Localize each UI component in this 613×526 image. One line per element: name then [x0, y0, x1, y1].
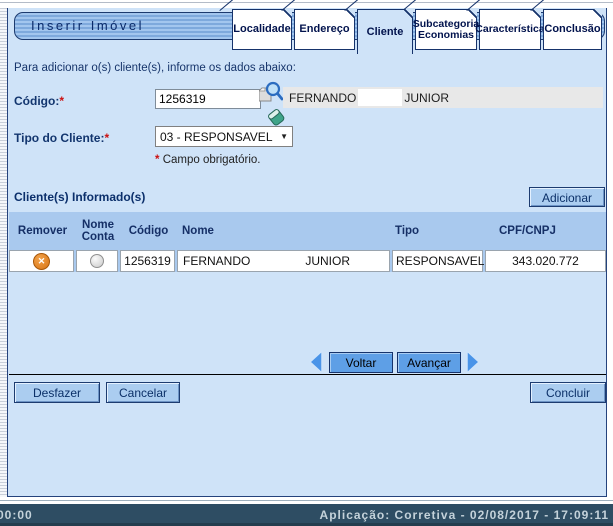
clients-table-header: Remover Nome Conta Código Nome Tipo CPF/…: [9, 212, 606, 250]
search-client-icon[interactable]: [259, 81, 283, 105]
tab-subcategoria-economias-label: Subcategoria Economias: [413, 19, 480, 41]
tab-localidade[interactable]: Localidade: [232, 9, 292, 50]
clients-table: Remover Nome Conta Código Nome Tipo CPF/…: [9, 212, 606, 272]
header-nome-conta: Nome Conta: [76, 212, 120, 250]
tab-caracteristica-label: Característica: [475, 24, 544, 35]
required-asterisk: *: [59, 94, 64, 108]
instruction-text: Para adicionar o(s) cliente(s), informe …: [14, 62, 296, 74]
header-tipo: Tipo: [392, 212, 485, 250]
nome-conta-radio[interactable]: [90, 254, 104, 268]
cell-codigo: 1256319: [120, 250, 175, 272]
tab-cliente-label: Cliente: [367, 27, 404, 38]
top-divider: [0, 2, 613, 3]
tab-localidade-label: Localidade: [233, 24, 290, 35]
table-row: ✕ 1256319 FERNANDO JUNIOR RESPONSAVEL 34…: [9, 250, 606, 272]
required-asterisk: *: [155, 154, 159, 166]
tab-caracteristica[interactable]: Característica: [479, 9, 541, 50]
tab-endereco-label: Endereço: [299, 24, 349, 35]
tipo-cliente-label: Tipo do Cliente:*: [14, 131, 109, 145]
client-name-first: FERNANDO: [289, 91, 356, 105]
desfazer-button[interactable]: Desfazer: [14, 382, 100, 403]
cell-tipo: RESPONSAVEL: [392, 250, 483, 272]
concluir-button[interactable]: Concluir: [530, 382, 606, 403]
voltar-button[interactable]: Voltar: [329, 352, 393, 373]
tipo-cliente-selected-value: 03 - RESPONSAVEL: [156, 130, 276, 144]
required-asterisk: *: [104, 131, 109, 145]
separator-line: [9, 374, 606, 375]
main-panel: Inserir Imóvel Localidade Endereço Clien…: [7, 8, 607, 497]
cancelar-button[interactable]: Cancelar: [106, 382, 180, 403]
tab-endereco[interactable]: Endereço: [294, 9, 355, 50]
remove-client-icon[interactable]: ✕: [33, 253, 50, 270]
clients-section-title: Cliente(s) Informado(s): [14, 190, 145, 204]
tab-subcategoria-economias[interactable]: Subcategoria Economias: [415, 9, 477, 50]
erase-field-icon[interactable]: [266, 107, 286, 127]
cell-remover: ✕: [9, 250, 74, 272]
application-info: Aplicação: Corretiva - 02/08/2017 - 17:0…: [320, 508, 609, 522]
client-name-display: FERNANDO JUNIOR: [283, 87, 603, 108]
redacted-name-block: [358, 89, 402, 106]
required-field-note: * Campo obrigatório.: [155, 154, 261, 166]
header-remover: Remover: [9, 212, 76, 250]
tab-conclusao[interactable]: Conclusão: [543, 9, 602, 50]
left-striped-border: [0, 8, 7, 497]
cell-cpf-cnpj: 343.020.772: [485, 250, 606, 272]
chevron-down-icon: ▼: [276, 132, 292, 141]
header-nome: Nome: [177, 212, 392, 250]
codigo-input[interactable]: [155, 89, 261, 109]
codigo-label: Código:*: [14, 94, 64, 108]
cell-nome-conta: [76, 250, 118, 272]
adicionar-button[interactable]: Adicionar: [529, 187, 605, 207]
avancar-button[interactable]: Avançar: [397, 352, 461, 373]
app-window: Inserir Imóvel Localidade Endereço Clien…: [0, 0, 613, 526]
status-bar: 00:00 Aplicação: Corretiva - 02/08/2017 …: [0, 504, 613, 526]
cell-nome: FERNANDO JUNIOR: [177, 250, 390, 272]
session-timer: 00:00: [0, 508, 33, 522]
statusbar-top-divider: [0, 500, 613, 501]
back-arrow-icon: [309, 350, 323, 374]
tipo-cliente-select[interactable]: 03 - RESPONSAVEL ▼: [155, 126, 293, 147]
header-cpf-cnpj: CPF/CNPJ: [485, 212, 606, 250]
header-codigo: Código: [120, 212, 177, 250]
tab-cliente[interactable]: Cliente: [357, 9, 413, 54]
forward-arrow-icon: [466, 350, 480, 374]
client-name-last: JUNIOR: [404, 91, 449, 105]
tab-conclusao-label: Conclusão: [544, 24, 600, 35]
